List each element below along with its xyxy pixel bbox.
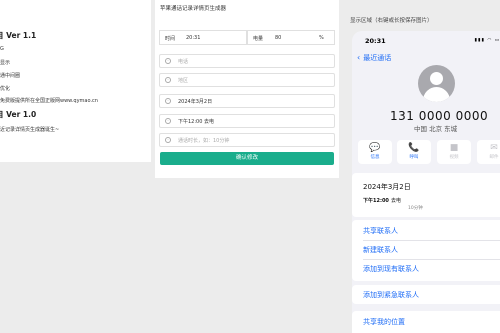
- phone-field[interactable]: · 电话: [159, 54, 335, 68]
- emergency-card: 添加到紧急联系人: [352, 285, 500, 304]
- battery-unit: %: [319, 35, 324, 41]
- calendar-icon: ·: [165, 98, 171, 104]
- clock-icon: ·: [165, 118, 171, 124]
- battery-input[interactable]: 80: [275, 35, 281, 41]
- video-icon: ■: [449, 143, 459, 153]
- call-button[interactable]: 📞 呼叫: [397, 140, 431, 164]
- avatar: [418, 65, 455, 102]
- form-title: 苹果通话记录详情页生成器: [160, 6, 227, 12]
- divider: [363, 240, 500, 241]
- version-heading: 目 Ver 1.0: [0, 110, 37, 119]
- battery-label: 电量: [253, 36, 264, 42]
- changelog-line: 近记录详情页生成器诞生~: [0, 127, 60, 133]
- status-icons: ▮▮▮ ◠ ▭: [474, 38, 500, 43]
- phone-input[interactable]: 电话: [178, 58, 188, 65]
- add-emergency-contact-link[interactable]: 添加到紧急联系人: [363, 290, 419, 300]
- add-existing-contact-link[interactable]: 添加到现有联系人: [363, 264, 419, 274]
- mail-icon: ✉: [490, 143, 498, 153]
- mail-button[interactable]: ✉ 邮件: [477, 140, 500, 164]
- avatar-body: [423, 87, 450, 102]
- share-contact-link[interactable]: 共享联系人: [363, 226, 398, 236]
- video-button[interactable]: ■ 视频: [437, 140, 471, 164]
- phone-number: 131 0000 0000: [390, 109, 489, 123]
- changelog-panel: 目 Ver 1.1 G 显示 通中间圈 优化 免费版提供所在全国正版网www.q…: [0, 0, 151, 162]
- contact-actions-card: 共享联系人 新建联系人 添加到现有联系人: [352, 220, 500, 281]
- confirm-button[interactable]: 确认修改: [160, 152, 334, 165]
- call-time: 下午12:00: [363, 198, 389, 204]
- chevron-left-icon: ‹: [357, 53, 361, 62]
- changelog-line: G: [0, 46, 4, 52]
- region-input[interactable]: 地区: [178, 77, 188, 84]
- duration-field[interactable]: · 通话时长，如：10分钟: [159, 133, 335, 147]
- time-label: 时间: [165, 36, 176, 42]
- avatar-head: [430, 72, 443, 85]
- share-location-link[interactable]: 共享我的位置: [363, 317, 405, 327]
- version-heading: 目 Ver 1.1: [0, 31, 37, 40]
- changelog-line: 优化: [0, 86, 11, 92]
- status-time: 20:31: [365, 37, 386, 45]
- call-icon: 📞: [408, 143, 420, 153]
- phone-icon: ·: [165, 58, 171, 64]
- changelog-line: 通中间圈: [0, 73, 21, 79]
- region-field[interactable]: · 地区: [159, 73, 335, 87]
- duration-icon: ·: [165, 137, 171, 143]
- changelog-line: 显示: [0, 60, 11, 66]
- battery-field[interactable]: 电量 80 %: [247, 30, 335, 45]
- back-button[interactable]: ‹ 最近通话: [357, 53, 391, 63]
- phone-region: 中国 北京 东城: [414, 125, 458, 133]
- changelog-line: 免费版提供所在全国正版网www.qymao.cn: [0, 98, 98, 104]
- location-icon: ·: [165, 77, 171, 83]
- call-duration: 10分钟: [408, 206, 423, 211]
- call-date: 2024年3月2日: [363, 183, 411, 191]
- message-icon: 💬: [369, 143, 381, 153]
- preview-label: 显示区域（右键或长按保存图片）: [350, 18, 433, 24]
- back-label: 最近通话: [363, 54, 392, 62]
- message-button[interactable]: 💬 信息: [358, 140, 392, 164]
- generator-form: 苹果通话记录详情页生成器 时间 20:31 电量 80 % · 电话 · 地区 …: [155, 0, 339, 178]
- time-field[interactable]: 时间 20:31: [159, 30, 247, 45]
- date-field[interactable]: · 2024年3月2日: [159, 94, 335, 108]
- divider: [363, 259, 500, 260]
- time-type-field[interactable]: · 下午12:00 去电: [159, 114, 335, 128]
- date-input[interactable]: 2024年3月2日: [178, 98, 212, 105]
- new-contact-link[interactable]: 新建联系人: [363, 245, 398, 255]
- phone-preview: 20:31 ▮▮▮ ◠ ▭ ‹ 最近通话 131 0000 0000 中国 北京 …: [352, 31, 500, 333]
- time-input[interactable]: 20:31: [186, 35, 200, 41]
- call-type: 去电: [391, 198, 402, 204]
- duration-input[interactable]: 通话时长，如：10分钟: [178, 137, 229, 144]
- time-type-input[interactable]: 下午12:00 去电: [178, 118, 214, 125]
- share-location-card: 共享我的位置: [352, 311, 500, 333]
- call-details-card: 2024年3月2日 下午12:00 去电 10分钟: [352, 173, 500, 217]
